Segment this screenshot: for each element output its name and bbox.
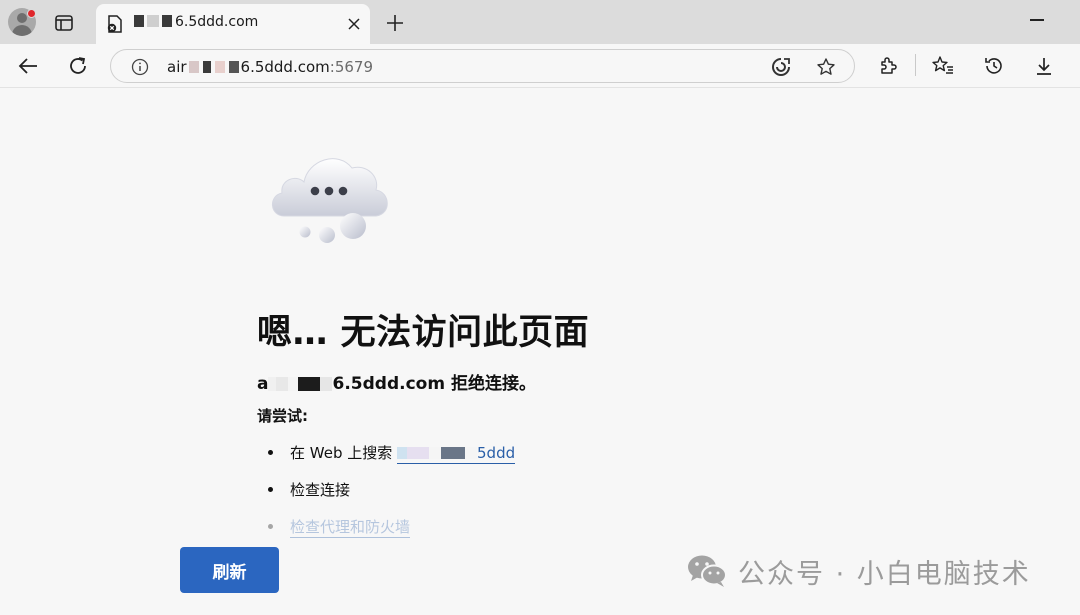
- close-icon[interactable]: [346, 16, 362, 32]
- check-proxy-firewall-link[interactable]: 检查代理和防火墙: [290, 518, 411, 538]
- download-icon[interactable]: [1031, 53, 1057, 79]
- search-web-link[interactable]: 5ddd: [397, 444, 516, 464]
- extensions-icon[interactable]: [875, 53, 901, 79]
- url-host-suffix: 6.5ddd.com: [240, 58, 330, 76]
- favorite-star-icon[interactable]: [816, 57, 836, 77]
- page-title: 嗯… 无法访问此页面: [257, 313, 590, 353]
- url-port: :5679: [329, 58, 373, 76]
- url-host-prefix: air: [167, 58, 187, 76]
- refused-host-prefix: a: [257, 374, 269, 394]
- cloud-icon: [272, 158, 388, 243]
- tab-actions-icon[interactable]: [50, 10, 78, 36]
- plus-icon[interactable]: [384, 12, 406, 34]
- active-tab[interactable]: 6.5ddd.com: [96, 4, 370, 44]
- watermark: 公众号 · 小白电脑技术: [686, 553, 1031, 590]
- info-icon[interactable]: [131, 58, 149, 76]
- tab-strip: 6.5ddd.com: [0, 0, 1080, 44]
- address-bar[interactable]: air 6.5ddd.com:5679: [110, 49, 855, 83]
- toolbar: air 6.5ddd.com:5679: [0, 44, 1080, 88]
- tab-title: 6.5ddd.com: [134, 14, 258, 30]
- bullet: [268, 524, 273, 529]
- back-arrow-icon[interactable]: [15, 53, 41, 79]
- toolbar-divider: [915, 54, 916, 76]
- check-connection-text: 检查连接: [290, 481, 351, 499]
- minimize-icon[interactable]: [1030, 19, 1044, 21]
- refused-host-suffix: 6.5ddd.com: [332, 374, 446, 394]
- bullet: [268, 487, 273, 492]
- wechat-icon: [688, 555, 727, 587]
- refresh-button[interactable]: 刷新: [180, 547, 279, 593]
- translate-icon[interactable]: [771, 57, 791, 77]
- refused-message: a 6.5ddd.com 拒绝连接。: [257, 369, 536, 394]
- notification-dot: [27, 9, 36, 18]
- refused-text: 拒绝连接。: [445, 374, 536, 394]
- history-icon[interactable]: [981, 53, 1007, 79]
- watermark-text: 公众号 · 小白电脑技术: [738, 558, 1031, 590]
- blocked-page-favicon: [107, 15, 122, 33]
- url-text: air 6.5ddd.com:5679: [167, 58, 373, 76]
- search-web-text: 在 Web 上搜索: [290, 444, 398, 462]
- search-web-link-text: 5ddd: [477, 444, 516, 462]
- bullet: [268, 450, 273, 455]
- tab-title-text: 6.5ddd.com: [175, 14, 259, 30]
- try-label: 请尝试:: [257, 407, 308, 425]
- refresh-icon[interactable]: [65, 53, 91, 79]
- favorites-icon[interactable]: [930, 53, 956, 79]
